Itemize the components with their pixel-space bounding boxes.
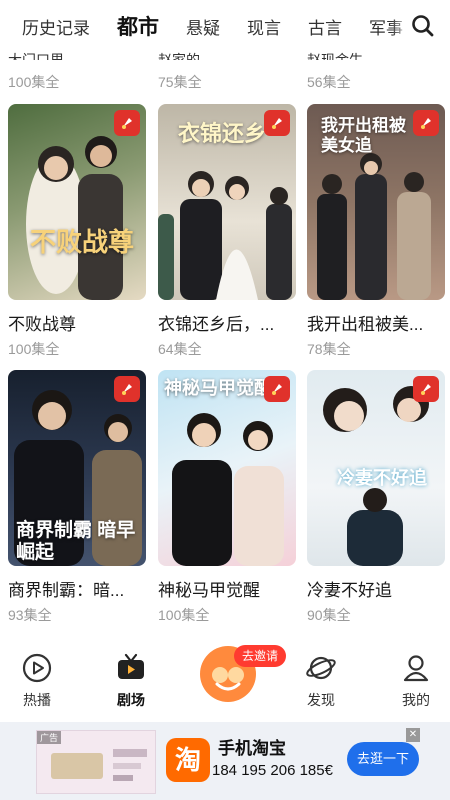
tab-suspense[interactable]: 悬疑 bbox=[186, 14, 220, 39]
close-icon[interactable]: ✕ bbox=[406, 728, 420, 742]
drama-title[interactable]: 商界制霸：暗... bbox=[8, 576, 146, 601]
poster-caption: 衣锦还乡 bbox=[178, 121, 267, 146]
drama-card[interactable]: 商界制霸 暗早崛起 商界制霸：暗... 93集全 bbox=[8, 370, 146, 625]
tab-modern-romance[interactable]: 现言 bbox=[247, 14, 281, 39]
nav-item-hot[interactable]: 热播 bbox=[2, 652, 72, 710]
drama-card[interactable]: 冷妻不好追 冷妻不好追 90集全 bbox=[307, 370, 445, 625]
taobao-logo-icon: 淘 bbox=[166, 738, 210, 782]
drama-title[interactable]: 冷妻不好追 bbox=[307, 576, 445, 601]
hot-badge-icon bbox=[413, 110, 439, 136]
nav-item-me[interactable]: 我的 bbox=[381, 652, 450, 710]
category-tab-bar: 历史记录 都市 悬疑 现言 古言 军事 bbox=[0, 0, 450, 52]
partial-card-episodes: 56集全 bbox=[307, 74, 351, 90]
planet-icon bbox=[306, 656, 336, 680]
nav-label-me: 我的 bbox=[402, 692, 430, 708]
nav-label-theater: 剧场 bbox=[117, 692, 145, 708]
nav-item-discover[interactable]: 发现 bbox=[286, 652, 356, 710]
ad-image[interactable]: 广告 bbox=[36, 730, 156, 794]
drama-poster[interactable]: 不败战尊 bbox=[8, 104, 146, 300]
drama-card[interactable]: 衣锦还乡 衣锦还乡后，... 64集全 bbox=[158, 104, 296, 359]
partial-card-episodes: 75集全 bbox=[158, 74, 202, 90]
hot-badge-icon bbox=[114, 110, 140, 136]
drama-card[interactable]: 不败战尊 不败战尊 100集全 bbox=[8, 104, 146, 359]
ad-banner[interactable]: 广告 淘 手机淘宝 184 195 206 185€ 去逛一下 ✕ bbox=[0, 722, 450, 800]
drama-poster[interactable]: 衣锦还乡 bbox=[158, 104, 296, 300]
tv-icon bbox=[118, 653, 144, 679]
hot-badge-icon bbox=[114, 376, 140, 402]
tab-history[interactable]: 历史记录 bbox=[22, 14, 90, 39]
drama-episodes: 64集全 bbox=[158, 341, 202, 357]
nav-label-discover: 发现 bbox=[307, 692, 335, 708]
user-icon bbox=[403, 655, 429, 682]
partial-card-episodes: 100集全 bbox=[8, 74, 60, 90]
drama-title[interactable]: 不败战尊 bbox=[8, 310, 146, 335]
bottom-nav: 热播 剧场 发现 我的 bbox=[0, 646, 450, 722]
drama-episodes: 93集全 bbox=[8, 607, 52, 623]
drama-episodes: 78集全 bbox=[307, 341, 351, 357]
tab-fade-overlay bbox=[392, 0, 410, 52]
poster-caption: 我开出租被美女追 bbox=[321, 116, 406, 155]
tab-ancient-romance[interactable]: 古言 bbox=[308, 14, 342, 39]
drama-title[interactable]: 我开出租被美... bbox=[307, 310, 445, 335]
play-circle-icon bbox=[22, 653, 52, 683]
drama-poster[interactable]: 我开出租被美女追 bbox=[307, 104, 445, 300]
drama-poster[interactable]: 神秘马甲觉醒 bbox=[158, 370, 296, 566]
drama-poster[interactable]: 冷妻不好追 bbox=[307, 370, 445, 566]
drama-episodes: 100集全 bbox=[158, 607, 210, 623]
poster-caption: 不败战尊 bbox=[30, 227, 135, 257]
ad-phone: 184 195 206 185€ bbox=[212, 762, 333, 779]
hot-badge-icon bbox=[413, 376, 439, 402]
tab-urban[interactable]: 都市 bbox=[117, 11, 159, 41]
drama-title[interactable]: 衣锦还乡后，... bbox=[158, 310, 296, 335]
drama-card[interactable]: 我开出租被美女追 我开出租被美... 78集全 bbox=[307, 104, 445, 359]
drama-episodes: 100集全 bbox=[8, 341, 60, 357]
drama-episodes: 90集全 bbox=[307, 607, 351, 623]
ad-title: 手机淘宝 bbox=[218, 739, 286, 758]
ad-cta-button[interactable]: 去逛一下 bbox=[347, 742, 419, 776]
hot-badge-icon bbox=[264, 110, 290, 136]
hot-badge-icon bbox=[264, 376, 290, 402]
poster-caption: 冷妻不好追 bbox=[337, 468, 427, 488]
drama-grid: 大门口里 100集全 赵家的 75集全 赵现金生 56集全 不败战尊 不败战尊 … bbox=[0, 36, 450, 646]
poster-caption: 商界制霸 暗早崛起 bbox=[16, 520, 136, 563]
search-icon[interactable] bbox=[410, 13, 436, 39]
nav-item-theater[interactable]: 剧场 bbox=[96, 652, 166, 710]
nav-label-hot: 热播 bbox=[23, 692, 51, 708]
drama-card[interactable]: 神秘马甲觉醒 神秘马甲觉醒 100集全 bbox=[158, 370, 296, 625]
poster-caption: 神秘马甲觉醒 bbox=[164, 378, 272, 398]
drama-title[interactable]: 神秘马甲觉醒 bbox=[158, 576, 296, 601]
invite-bubble[interactable]: 去邀请 bbox=[234, 645, 287, 667]
drama-poster[interactable]: 商界制霸 暗早崛起 bbox=[8, 370, 146, 566]
